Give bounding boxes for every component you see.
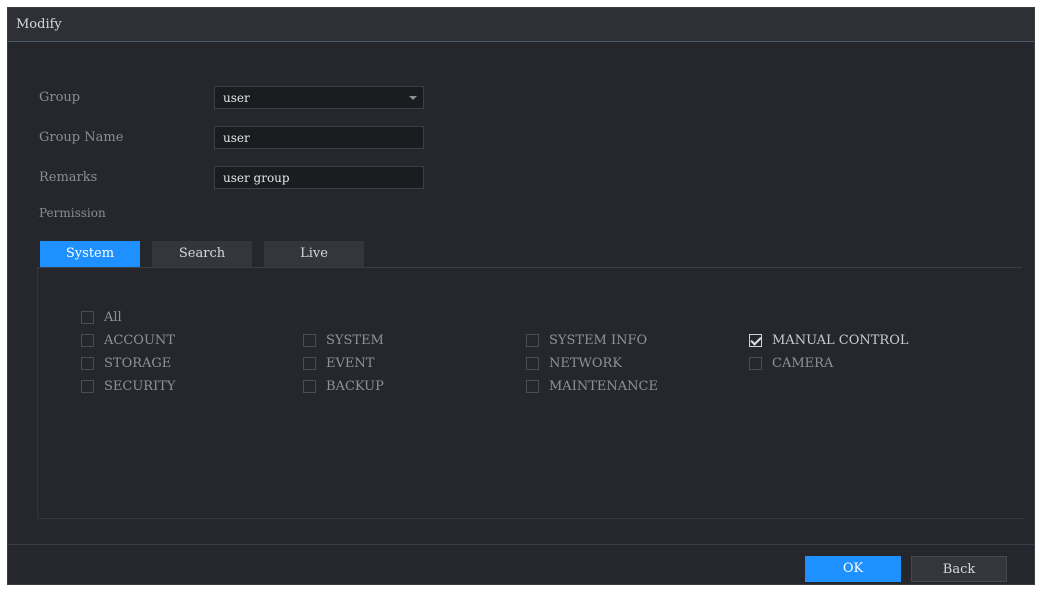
- tab-search[interactable]: Search: [152, 241, 252, 267]
- checkbox-icon: [81, 379, 94, 393]
- group-name-value: user: [223, 131, 250, 145]
- dialog-title: Modify: [16, 17, 62, 32]
- group-select[interactable]: user: [214, 86, 424, 109]
- checkbox-icon: [81, 356, 94, 370]
- group-name-field[interactable]: user: [214, 126, 424, 149]
- checkbox-icon: [81, 310, 94, 324]
- permission-system-checkbox[interactable]: SYSTEM: [303, 331, 384, 349]
- tab-live[interactable]: Live: [264, 241, 364, 267]
- checkbox-icon: [526, 379, 539, 393]
- permission-label: EVENT: [326, 355, 375, 371]
- checkbox-icon: [81, 333, 94, 347]
- permission-security-checkbox[interactable]: SECURITY: [81, 377, 175, 395]
- permission-all-checkbox[interactable]: All: [81, 308, 122, 326]
- permission-label: Permission: [39, 206, 106, 220]
- checkbox-icon: [303, 333, 316, 347]
- permission-storage-checkbox[interactable]: STORAGE: [81, 354, 171, 372]
- remarks-value: user group: [223, 171, 290, 185]
- permission-manual-control-checkbox[interactable]: MANUAL CONTROL: [749, 331, 909, 349]
- permission-label: NETWORK: [549, 355, 623, 371]
- permission-label: SECURITY: [104, 378, 176, 394]
- permission-system-info-checkbox[interactable]: SYSTEM INFO: [526, 331, 647, 349]
- permission-label: STORAGE: [104, 355, 172, 371]
- group-select-value: user: [223, 91, 250, 105]
- permission-backup-checkbox[interactable]: BACKUP: [303, 377, 384, 395]
- checkbox-icon: [303, 379, 316, 393]
- modify-dialog: Modify Group user Group Name user Remark…: [7, 7, 1035, 585]
- remarks-label: Remarks: [39, 170, 98, 185]
- permission-label: BACKUP: [326, 378, 384, 394]
- permission-all-label: All: [104, 309, 122, 325]
- checkmark-icon: [749, 333, 762, 347]
- back-button[interactable]: Back: [911, 556, 1007, 582]
- footer-divider: [8, 544, 1034, 545]
- permission-label: ACCOUNT: [104, 332, 175, 348]
- permission-account-checkbox[interactable]: ACCOUNT: [81, 331, 175, 349]
- checkbox-icon: [303, 356, 316, 370]
- checkbox-icon: [526, 333, 539, 347]
- remarks-field[interactable]: user group: [214, 166, 424, 189]
- permission-camera-checkbox[interactable]: CAMERA: [749, 354, 833, 372]
- permission-label: SYSTEM INFO: [549, 332, 648, 348]
- ok-button[interactable]: OK: [805, 556, 901, 582]
- permission-label: MAINTENANCE: [549, 378, 658, 394]
- group-label: Group: [39, 90, 81, 105]
- checkbox-icon: [749, 356, 762, 370]
- group-name-label: Group Name: [39, 130, 124, 145]
- permission-event-checkbox[interactable]: EVENT: [303, 354, 374, 372]
- chevron-down-icon[interactable]: [409, 96, 417, 100]
- dialog-titlebar[interactable]: Modify: [8, 8, 1034, 42]
- permission-maintenance-checkbox[interactable]: MAINTENANCE: [526, 377, 658, 395]
- permission-label: MANUAL CONTROL: [772, 332, 909, 348]
- permission-label: SYSTEM: [326, 332, 384, 348]
- permission-label: CAMERA: [772, 355, 834, 371]
- tab-system[interactable]: System: [40, 241, 140, 267]
- permission-network-checkbox[interactable]: NETWORK: [526, 354, 622, 372]
- checkbox-icon: [526, 356, 539, 370]
